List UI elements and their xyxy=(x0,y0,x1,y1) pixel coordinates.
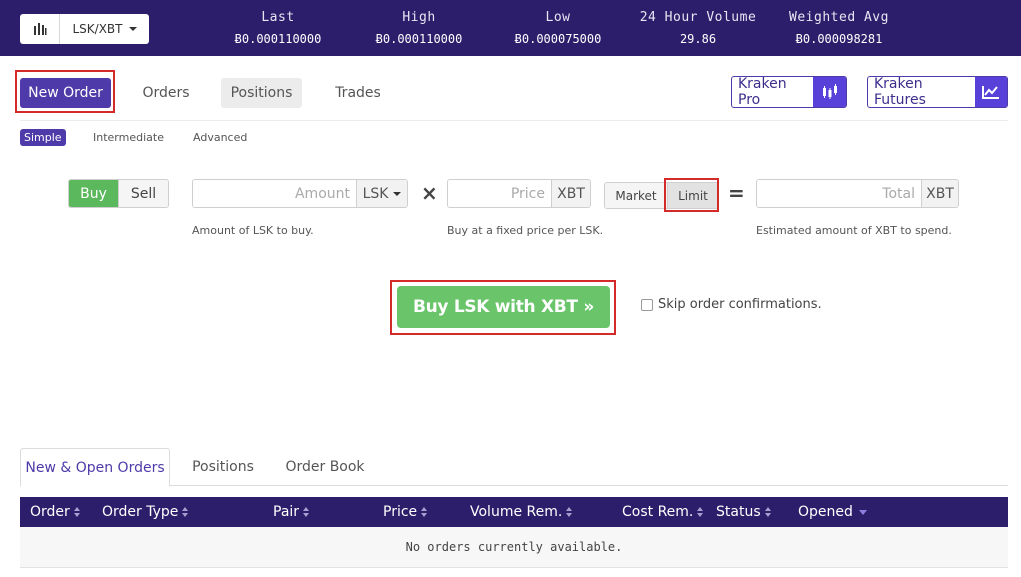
total-unit-label: XBT xyxy=(921,180,958,207)
stat-value: 29.86 xyxy=(679,32,717,46)
stat-label: High xyxy=(402,10,436,25)
stat-value: Ƀ0.000110000 xyxy=(375,32,463,46)
sort-icon xyxy=(566,507,573,517)
caret-down-icon xyxy=(128,27,137,31)
total-help-text: Estimated amount of XBT to spend. xyxy=(756,224,952,237)
candlestick-icon xyxy=(813,77,846,107)
price-help-text: Buy at a fixed price per LSK. xyxy=(447,224,604,237)
price-input[interactable] xyxy=(448,180,551,207)
col-pair[interactable]: Pair xyxy=(273,497,310,527)
ticker-bar: LSK/XBT Last Ƀ0.000110000 High Ƀ0.000110… xyxy=(0,0,1021,56)
equals-icon: = xyxy=(728,181,745,205)
stat-value: Ƀ0.000098281 xyxy=(795,32,883,46)
total-group: XBT xyxy=(756,179,959,208)
sort-icon xyxy=(764,507,771,517)
stat-label: Weighted Avg xyxy=(789,10,889,25)
main-nav: New Order Orders Positions Trades Kraken… xyxy=(0,70,1021,120)
price-group: XBT xyxy=(447,179,591,208)
kraken-pro-button[interactable]: Kraken Pro xyxy=(731,76,847,108)
kraken-pro-label: Kraken Pro xyxy=(738,76,787,108)
buy-sell-toggle: Buy Sell xyxy=(68,179,169,208)
mode-intermediate[interactable]: Intermediate xyxy=(89,129,168,146)
sort-icon xyxy=(303,507,310,517)
orders-table-empty-row: No orders currently available. xyxy=(20,527,1008,568)
total-input[interactable] xyxy=(757,180,921,207)
col-price[interactable]: Price xyxy=(383,497,428,527)
stat-value: Ƀ0.000110000 xyxy=(234,32,322,46)
caret-down-icon xyxy=(393,191,402,196)
market-button[interactable]: Market xyxy=(605,183,667,208)
skip-confirmations-label: Skip order confirmations. xyxy=(658,297,822,312)
sort-icon xyxy=(182,507,189,517)
col-label: Order xyxy=(30,504,70,520)
pair-selector[interactable]: LSK/XBT xyxy=(20,14,149,44)
kraken-futures-label: Kraken Futures xyxy=(874,76,926,108)
stat-weighted-avg: Weighted Avg Ƀ0.000098281 xyxy=(784,10,894,46)
highlight-new-order xyxy=(15,70,115,113)
col-volume-rem[interactable]: Volume Rem. xyxy=(470,497,573,527)
mode-advanced[interactable]: Advanced xyxy=(189,129,251,146)
multiply-icon: × xyxy=(421,181,438,205)
sort-icon xyxy=(73,507,80,517)
buy-button[interactable]: Buy xyxy=(69,180,118,207)
col-order[interactable]: Order xyxy=(30,497,80,527)
col-label: Status xyxy=(716,504,761,520)
bottom-tabs: New & Open Orders Positions Order Book xyxy=(20,448,1008,487)
col-label: Price xyxy=(383,504,418,520)
tab-new-open-orders[interactable]: New & Open Orders xyxy=(20,448,170,487)
kraken-futures-button[interactable]: Kraken Futures xyxy=(867,76,1008,108)
col-label: Order Type xyxy=(102,504,179,520)
empty-message: No orders currently available. xyxy=(405,540,623,554)
col-label: Volume Rem. xyxy=(470,504,563,520)
tab-positions[interactable]: Positions xyxy=(221,78,302,108)
skip-confirmations[interactable]: Skip order confirmations. xyxy=(641,297,822,312)
sell-button[interactable]: Sell xyxy=(118,180,168,207)
stat-value: Ƀ0.000075000 xyxy=(514,32,602,46)
col-status[interactable]: Status xyxy=(716,497,771,527)
col-cost-rem[interactable]: Cost Rem. xyxy=(622,497,704,527)
stat-last: Last Ƀ0.000110000 xyxy=(235,10,322,46)
tab-order-book[interactable]: Order Book xyxy=(285,448,365,486)
nav-divider xyxy=(20,120,1008,121)
col-opened[interactable]: Opened xyxy=(798,497,867,527)
line-chart-icon xyxy=(974,77,1007,107)
tab-bottom-positions[interactable]: Positions xyxy=(190,448,256,486)
price-unit-label: XBT xyxy=(551,180,590,207)
stat-label: Last xyxy=(261,10,295,25)
stat-high: High Ƀ0.000110000 xyxy=(369,10,469,46)
bar-chart-icon xyxy=(33,23,46,35)
sort-icon xyxy=(421,507,428,517)
highlight-submit xyxy=(390,280,616,335)
stat-label: 24 Hour Volume xyxy=(639,10,757,25)
tab-orders[interactable]: Orders xyxy=(134,78,198,108)
col-label: Cost Rem. xyxy=(622,504,694,520)
mode-simple[interactable]: Simple xyxy=(20,129,66,146)
stat-label: Low xyxy=(545,10,571,25)
pair-label: LSK/XBT xyxy=(72,22,123,36)
orders-table-header: Order Order Type Pair Price Volume Rem. … xyxy=(20,497,1008,527)
amount-unit-dropdown[interactable]: LSK xyxy=(356,180,407,207)
col-label: Opened xyxy=(798,504,853,520)
amount-input[interactable] xyxy=(193,180,356,207)
tab-trades[interactable]: Trades xyxy=(326,78,390,108)
pair-dropdown[interactable]: LSK/XBT xyxy=(60,22,149,36)
stat-low: Low Ƀ0.000075000 xyxy=(508,10,608,46)
sort-desc-icon xyxy=(858,509,867,515)
highlight-limit xyxy=(664,178,719,212)
amount-help-text: Amount of LSK to buy. xyxy=(192,224,314,237)
col-label: Pair xyxy=(273,504,300,520)
sort-icon xyxy=(697,507,704,517)
amount-unit-label: LSK xyxy=(362,185,389,202)
col-order-type[interactable]: Order Type xyxy=(102,497,189,527)
amount-group: LSK xyxy=(192,179,408,208)
skip-confirmations-checkbox[interactable] xyxy=(641,298,653,311)
chart-toggle-button[interactable] xyxy=(20,14,60,44)
stat-volume: 24 Hour Volume 29.86 xyxy=(638,10,758,46)
